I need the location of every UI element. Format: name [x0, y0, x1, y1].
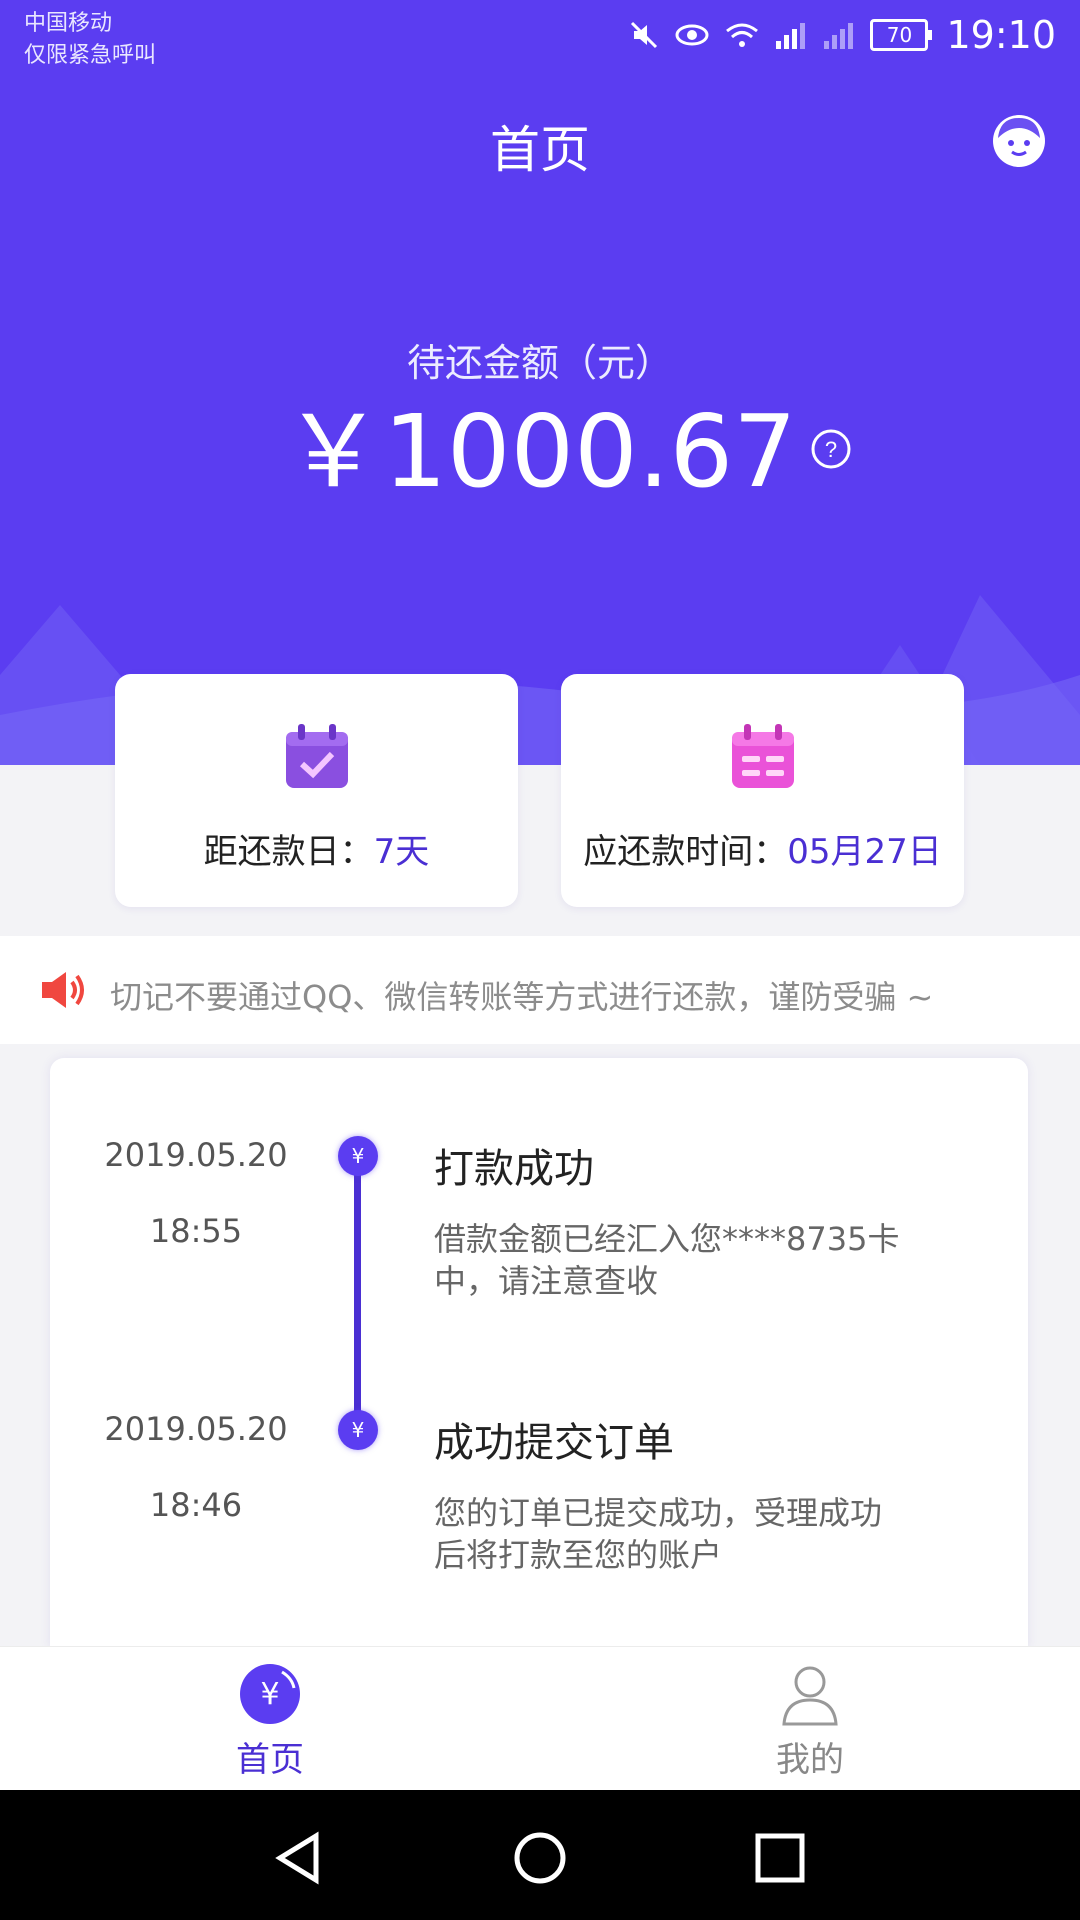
eye-icon — [675, 24, 709, 46]
battery-level: 70 — [870, 19, 929, 51]
yen-coin-icon: ¥ — [240, 1664, 300, 1724]
battery-icon: 70 — [870, 19, 933, 51]
days-until-due-card: 距还款日：7天 — [115, 674, 518, 907]
timeline-time: 18:46 — [149, 1486, 243, 1524]
mute-icon — [631, 21, 658, 49]
timeline-title: 打款成功 — [434, 1146, 594, 1192]
timeline-date: 2019.05.20 — [104, 1410, 288, 1448]
timeline-desc: 借款金额已经汇入您****8735卡中，请注意查收 — [434, 1220, 900, 1300]
signal-icon — [776, 23, 806, 49]
customer-service-icon[interactable] — [990, 112, 1048, 170]
wifi-icon — [726, 23, 759, 47]
user-icon — [782, 1666, 838, 1726]
balance-label: 待还金额（元） — [406, 341, 673, 385]
yen-node-icon: ¥ — [338, 1136, 378, 1176]
signal-2-icon — [824, 23, 854, 49]
due-date-value: 05月27日 — [787, 832, 942, 872]
page-title: 首页 — [490, 121, 590, 179]
timeline-desc: 您的订单已提交成功，受理成功后将打款至您的账户 — [434, 1494, 883, 1574]
recents-icon[interactable] — [752, 1830, 808, 1886]
due-date-text: 应还款时间：05月27日 — [561, 824, 964, 873]
days-until-due-label: 距还款日： — [203, 832, 374, 872]
carrier-name: 中国移动 — [24, 11, 113, 36]
help-icon[interactable]: ? — [810, 428, 852, 470]
balance-amount: ￥1000.67 — [283, 393, 797, 510]
days-until-due-text: 距还款日：7天 — [115, 824, 518, 873]
timeline-date: 2019.05.20 — [104, 1136, 288, 1174]
svg-text:?: ? — [825, 437, 837, 462]
carrier-note: 仅限紧急呼叫 — [24, 43, 157, 68]
clock: 19:10 — [946, 13, 1056, 57]
tab-mine-label: 我的 — [776, 1740, 844, 1780]
notice-text: 切记不要通过QQ、微信转账等方式进行还款，谨防受骗 ~ — [110, 978, 934, 1016]
status-carrier: 中国移动 仅限紧急呼叫 — [24, 8, 156, 72]
back-icon[interactable] — [272, 1830, 328, 1886]
due-date-card: 应还款时间：05月27日 — [561, 674, 964, 907]
status-icons: 70 19:10 — [628, 10, 1056, 60]
timeline-title: 成功提交订单 — [434, 1420, 674, 1466]
tab-home-label: 首页 — [236, 1740, 304, 1780]
calendar-icon — [731, 724, 794, 788]
tab-home[interactable]: ¥ 首页 — [170, 1662, 370, 1781]
tab-mine[interactable]: 我的 — [710, 1662, 910, 1781]
yen-node-icon: ¥ — [338, 1410, 378, 1450]
days-until-due-value: 7天 — [373, 832, 430, 872]
due-date-label: 应还款时间： — [583, 832, 788, 872]
timeline-time: 18:55 — [149, 1212, 243, 1250]
timeline-connector — [354, 1162, 361, 1428]
speaker-icon — [42, 972, 84, 1008]
timeline-panel: 2019.05.20 18:55 ¥ 打款成功 借款金额已经汇入您****873… — [50, 1058, 1028, 1648]
home-circle-icon[interactable] — [512, 1830, 568, 1886]
bottom-tab-bar — [0, 1646, 1080, 1791]
svg-text:¥: ¥ — [260, 1677, 279, 1712]
calendar-check-icon — [285, 724, 348, 788]
